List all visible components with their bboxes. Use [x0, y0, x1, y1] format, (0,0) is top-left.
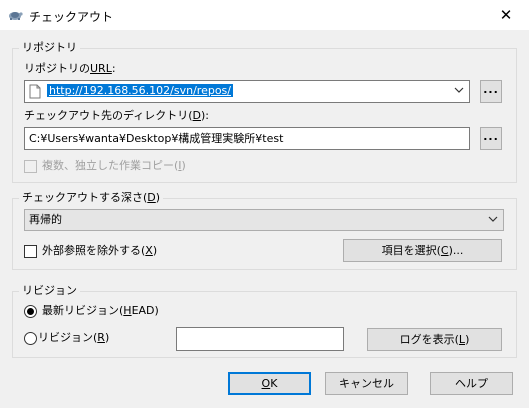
head-revision-label: 最新リビジョン(HEAD) [42, 304, 159, 317]
dir-browse-button[interactable]: ... [480, 127, 502, 150]
url-value: http://192.168.56.102/svn/repos/ [47, 84, 233, 97]
ok-button[interactable]: OK [228, 372, 311, 395]
help-button[interactable]: ヘルプ [430, 372, 513, 395]
close-button[interactable]: ✕ [483, 0, 529, 30]
depth-legend: チェックアウトする深さ(D) [19, 191, 164, 205]
independent-copies-checkbox[interactable] [24, 160, 37, 173]
depth-value: 再帰的 [29, 213, 62, 226]
checkout-dir-value: C:¥Users¥wanta¥Desktop¥構成管理実験所¥test [29, 132, 284, 145]
cancel-button[interactable]: キャンセル [325, 372, 408, 395]
omit-externals-checkbox[interactable] [24, 245, 37, 258]
chevron-down-icon[interactable] [454, 85, 464, 95]
url-combobox[interactable]: http://192.168.56.102/svn/repos/ [24, 80, 470, 103]
checkout-dir-input[interactable]: C:¥Users¥wanta¥Desktop¥構成管理実験所¥test [24, 127, 470, 150]
repository-legend: リポジトリ [19, 41, 80, 55]
window-title: チェックアウト [29, 10, 114, 24]
select-items-button[interactable]: 項目を選択(C)... [343, 239, 502, 262]
head-revision-radio[interactable] [24, 305, 37, 318]
specific-revision-radio[interactable] [24, 332, 37, 345]
specific-revision-label: リビジョン(R) [38, 331, 110, 344]
checkout-dir-label: チェックアウト先のディレクトリ(D): [24, 109, 210, 122]
omit-externals-label: 外部参照を除外する(X) [42, 244, 158, 257]
chevron-down-icon[interactable] [488, 214, 498, 224]
url-label: リポジトリのURL: [24, 62, 116, 75]
show-log-button[interactable]: ログを表示(L) [367, 328, 502, 351]
file-icon [29, 84, 41, 99]
url-browse-button[interactable]: ... [480, 80, 502, 103]
independent-copies-label: 複数、独立した作業コピー(I) [42, 159, 186, 172]
revision-input[interactable] [176, 327, 344, 351]
close-icon: ✕ [499, 6, 513, 24]
depth-combobox[interactable]: 再帰的 [24, 209, 504, 231]
revision-legend: リビジョン [19, 284, 80, 298]
tortoise-icon [9, 12, 23, 20]
title-bar: チェックアウト ✕ [0, 0, 529, 30]
